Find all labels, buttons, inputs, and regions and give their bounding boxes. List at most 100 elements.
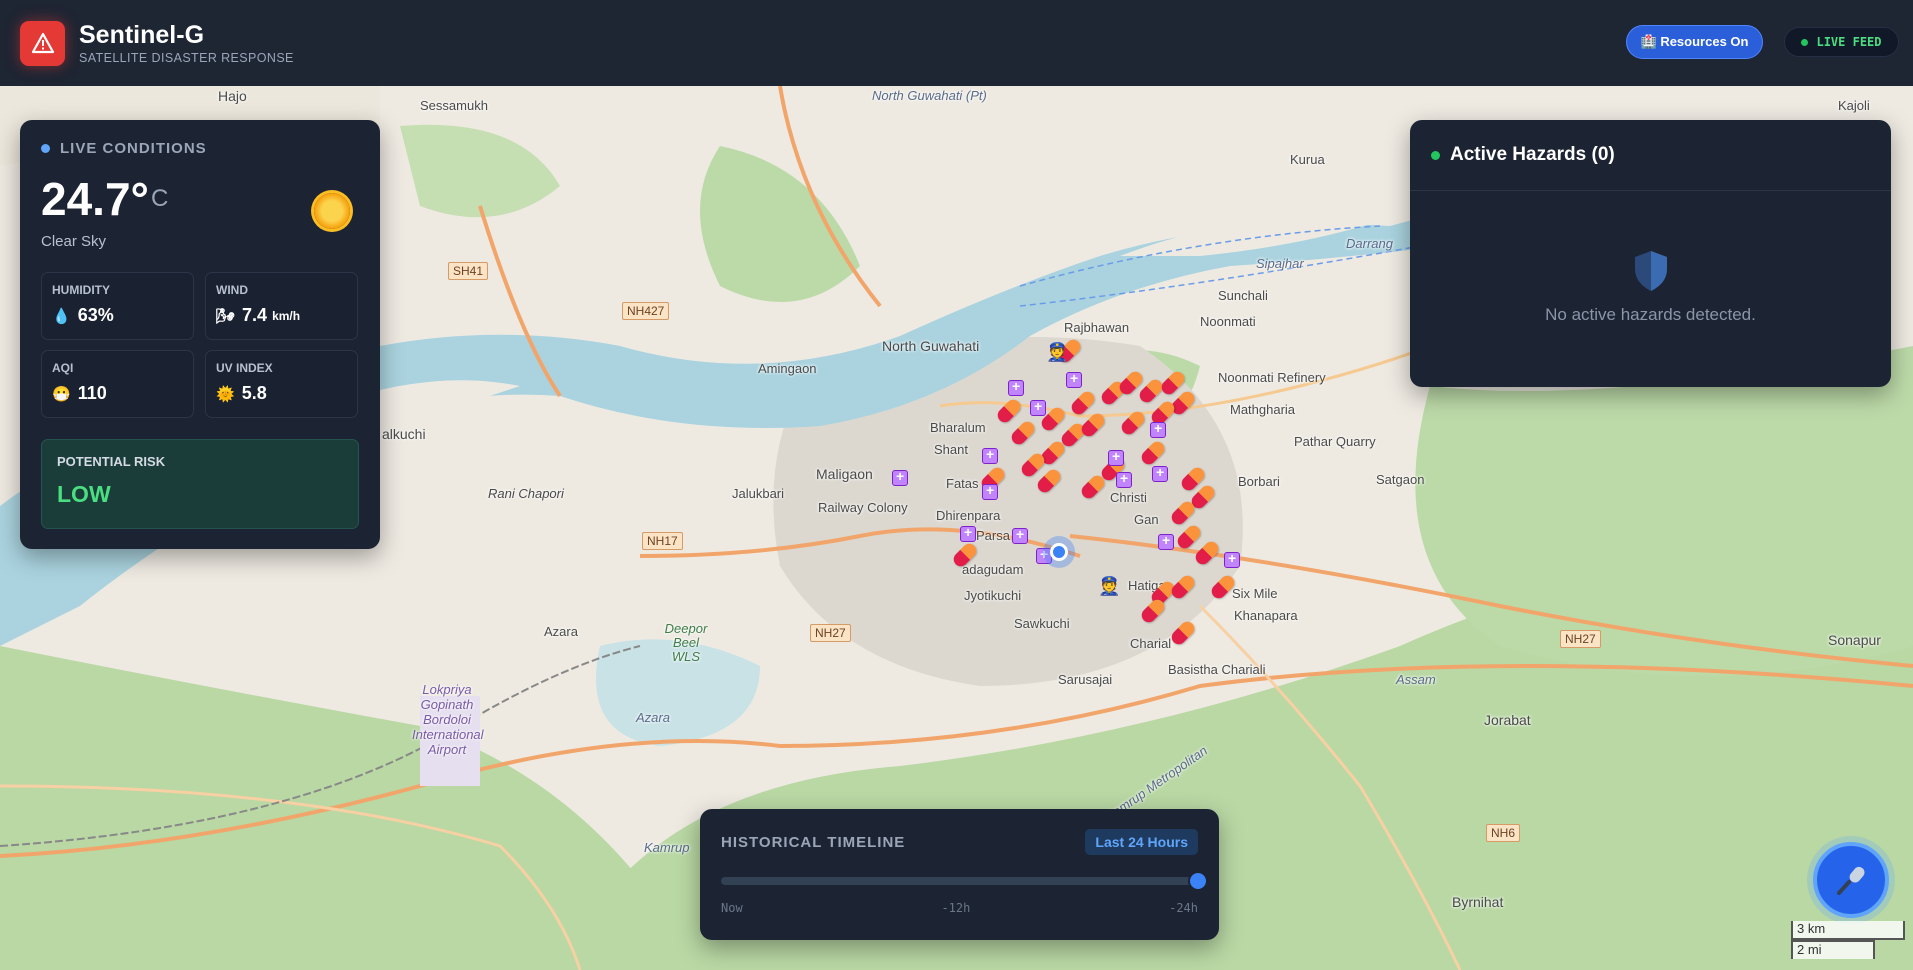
top-bar: Sentinel-G SATELLITE DISASTER RESPONSE 🏥… — [0, 0, 1913, 86]
police-icon[interactable]: 👮 — [1098, 576, 1120, 597]
place-label: Rani Chapori — [488, 486, 564, 501]
hospital-icon[interactable] — [1012, 526, 1028, 544]
police-icon[interactable]: 👮 — [1046, 342, 1068, 363]
place-label: adagudam — [962, 562, 1024, 577]
risk-value: LOW — [57, 481, 111, 507]
historical-timeline-panel: HISTORICAL TIMELINE Last 24 Hours Now -1… — [700, 809, 1219, 940]
timeline-title: HISTORICAL TIMELINE — [721, 833, 906, 851]
active-hazards-panel: Active Hazards (0) No active hazards det… — [1410, 120, 1891, 387]
sky-condition: Clear Sky — [41, 233, 107, 250]
aqi-value: 110 — [77, 383, 107, 403]
resources-toggle-button[interactable]: 🏥 Resources On — [1626, 25, 1763, 59]
hazards-header: Active Hazards (0) — [1410, 120, 1891, 191]
timeline-slider[interactable] — [721, 871, 1208, 891]
wind-value: 7.4 — [242, 305, 268, 325]
place-label: Azara — [636, 710, 670, 725]
hospital-icon[interactable] — [1008, 378, 1024, 396]
timeline-slider-thumb[interactable] — [1188, 871, 1208, 891]
place-label: Jalukbari — [732, 486, 785, 501]
road-shield: SH41 — [448, 262, 489, 280]
hazards-empty-state: No active hazards detected. — [1410, 191, 1891, 325]
timeline-tick-now: Now — [721, 901, 743, 915]
hospital-icon[interactable] — [1066, 370, 1082, 388]
place-label: North Guwahati (Pt) — [872, 88, 987, 103]
hospital-icon[interactable] — [1116, 470, 1132, 488]
hospital-icon[interactable] — [960, 524, 976, 542]
place-label: Rajbhawan — [1064, 320, 1130, 335]
road-shield: NH17 — [642, 532, 683, 550]
aqi-card: AQI 😷 110 — [41, 350, 194, 418]
temperature-unit: C — [150, 185, 169, 212]
place-label: Jyotikuchi — [964, 588, 1022, 603]
place-label: Railway Colony — [818, 500, 908, 515]
place-label: Noonmati — [1200, 314, 1256, 329]
hospital-icon[interactable] — [1108, 448, 1124, 466]
shield-icon — [1634, 251, 1667, 291]
hospital-icon[interactable] — [982, 446, 998, 464]
place-label: Amingaon — [758, 361, 817, 376]
brand: Sentinel-G SATELLITE DISASTER RESPONSE — [79, 21, 294, 65]
timeline-tick-mid: -12h — [941, 901, 971, 915]
place-label: Darrang — [1346, 236, 1393, 251]
place-label: Khanapara — [1234, 608, 1298, 623]
status-dot — [41, 144, 50, 153]
place-label: Sarusajai — [1058, 672, 1113, 687]
place-label: Six Mile — [1232, 586, 1278, 601]
stats-grid: HUMIDITY 💧 63% WIND 🌬 7.4 km/h AQI 😷 110 UV … — [41, 272, 359, 418]
live-feed-label: LIVE FEED — [1816, 35, 1882, 49]
hospital-icon[interactable] — [1150, 420, 1166, 438]
place-label: alkuchi — [382, 426, 426, 442]
place-label: Dhirenpara — [936, 508, 1001, 523]
place-label: Gan — [1134, 512, 1159, 527]
place-label: Byrnihat — [1452, 894, 1504, 910]
road-shield: NH427 — [622, 302, 670, 320]
uv-label: UV INDEX — [216, 361, 273, 375]
aqi-label: AQI — [52, 361, 74, 375]
hospital-icon[interactable] — [1224, 550, 1240, 568]
place-label: Maligaon — [816, 466, 873, 482]
place-label: Hajo — [218, 88, 247, 104]
place-label: Lokpriya Gopinath Bordoloi International… — [412, 682, 484, 757]
temperature-value: 24.7° — [41, 173, 149, 225]
place-label: Noonmati Refinery — [1218, 370, 1326, 385]
voice-input-button[interactable] — [1813, 842, 1889, 918]
wind-icon: 🌬 — [216, 307, 236, 325]
place-label: Kurua — [1290, 152, 1325, 167]
wind-unit: km/h — [272, 308, 301, 323]
current-location-marker[interactable] — [1043, 536, 1075, 568]
road-shield: NH6 — [1486, 824, 1521, 842]
status-dot — [1431, 150, 1440, 160]
road-shield: NH27 — [1560, 630, 1601, 648]
place-label: Sessamukh — [420, 98, 488, 113]
hospital-icon[interactable] — [982, 482, 998, 500]
place-label: Charial — [1130, 636, 1172, 651]
hospital-icon[interactable] — [1152, 464, 1168, 482]
wind-label: WIND — [216, 283, 248, 297]
microphone-icon — [1837, 866, 1865, 895]
scale-mi: 2 mi — [1791, 940, 1875, 959]
place-label: Parsa — [976, 528, 1010, 543]
droplet-icon: 💧 — [52, 307, 71, 325]
place-label: Kamrup — [644, 840, 690, 855]
uv-value: 5.8 — [241, 383, 267, 403]
place-label: Sonapur — [1828, 632, 1881, 648]
humidity-value: 63% — [77, 305, 114, 325]
app-title: Sentinel-G — [79, 21, 205, 49]
hospital-icon[interactable] — [1030, 398, 1046, 416]
place-label: Kajoli — [1838, 98, 1870, 113]
mask-icon: 😷 — [52, 385, 71, 403]
place-label: Assam — [1396, 672, 1436, 687]
live-feed-badge: LIVE FEED — [1784, 27, 1899, 57]
risk-label: POTENTIAL RISK — [57, 454, 166, 469]
humidity-card: HUMIDITY 💧 63% — [41, 272, 194, 340]
hospital-icon[interactable] — [892, 468, 908, 486]
place-label: Basistha Chariali — [1168, 662, 1266, 677]
place-label: Sunchali — [1218, 288, 1268, 303]
hospital-icon[interactable] — [1158, 532, 1174, 550]
place-label: Jorabat — [1484, 712, 1531, 728]
uv-card: UV INDEX 🌞 5.8 — [205, 350, 358, 418]
temperature-row: 24.7° C — [41, 175, 359, 223]
road-shield: NH27 — [810, 624, 851, 642]
timeline-tick-end: -24h — [1169, 901, 1198, 915]
place-label: Azara — [544, 624, 578, 639]
